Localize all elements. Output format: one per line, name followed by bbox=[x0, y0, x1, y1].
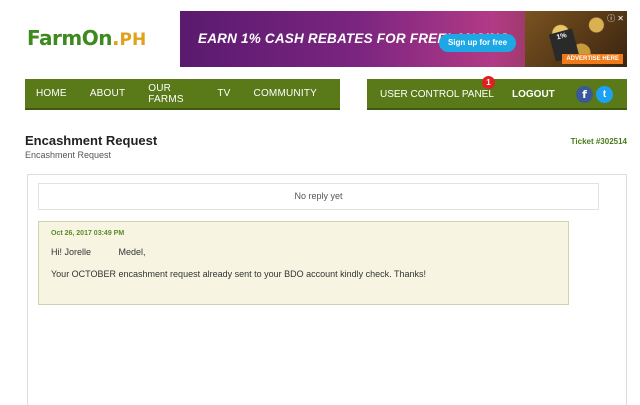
message-card: Oct 26, 2017 03:49 PM Hi! Jorelle Medel,… bbox=[38, 221, 569, 305]
nav-tv[interactable]: TV bbox=[217, 88, 230, 99]
site-logo[interactable]: FarmOn . PH bbox=[27, 26, 146, 56]
no-reply-notice: No reply yet bbox=[38, 183, 599, 210]
main-nav: HOME ABOUT OUR FARMS TV COMMUNITY bbox=[25, 79, 340, 110]
nav-logout[interactable]: LOGOUT bbox=[512, 89, 555, 100]
advertise-here-link[interactable]: ADVERTISE HERE bbox=[562, 54, 623, 64]
logo-dot: . bbox=[111, 26, 120, 50]
ticket-thread: No reply yet Oct 26, 2017 03:49 PM Hi! J… bbox=[27, 174, 627, 405]
twitter-icon[interactable]: t bbox=[596, 86, 613, 103]
facebook-icon[interactable]: f bbox=[576, 86, 593, 103]
page-title: Encashment Request bbox=[25, 133, 158, 148]
nav-community[interactable]: COMMUNITY bbox=[254, 88, 317, 99]
message-body: Your OCTOBER encashment request already … bbox=[51, 269, 427, 279]
logo-text: FarmOn bbox=[27, 26, 112, 50]
ad-signup-button[interactable]: Sign up for free bbox=[439, 34, 516, 52]
logo-suffix: PH bbox=[119, 30, 147, 50]
message-date: Oct 26, 2017 03:49 PM bbox=[51, 230, 125, 237]
ticket-number: Ticket #302514 bbox=[570, 137, 627, 146]
ad-close-icon[interactable]: ⓘ ✕ bbox=[607, 13, 624, 24]
notification-badge: 1 bbox=[482, 76, 495, 89]
breadcrumb: Encashment Request bbox=[25, 150, 112, 160]
message-greeting: Hi! Jorelle Medel, bbox=[51, 247, 146, 257]
nav-about[interactable]: ABOUT bbox=[90, 88, 125, 99]
nav-user-control-panel[interactable]: USER CONTROL PANEL bbox=[380, 89, 494, 100]
nav-our-farms[interactable]: OUR FARMS bbox=[148, 83, 194, 105]
ad-banner[interactable]: EARN 1% CASH REBATES FOR FREELANCING Sig… bbox=[180, 11, 627, 67]
nav-home[interactable]: HOME bbox=[36, 88, 67, 99]
user-nav: USER CONTROL PANEL 1 LOGOUT f t bbox=[367, 76, 627, 110]
